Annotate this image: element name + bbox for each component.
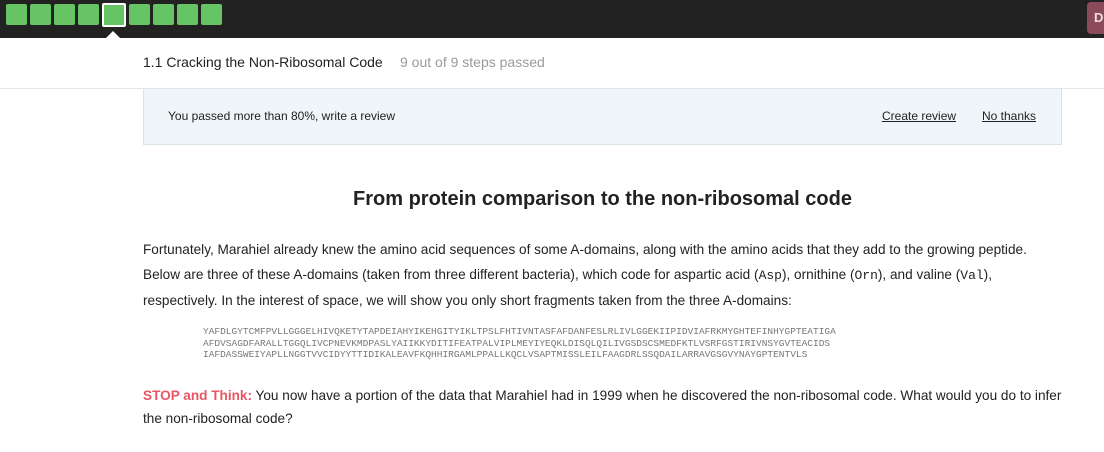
intro-paragraph: Fortunately, Marahiel already knew the a…	[143, 237, 1043, 313]
sequence-asp: YAFDLGYTCMFPVLLGGGELHIVQKETYTAPDEIAHYIKE…	[203, 326, 836, 337]
stop-and-think-label: STOP and Think:	[143, 388, 253, 403]
paragraph-text-2: ), ornithine (	[781, 267, 855, 282]
step-1-button[interactable]	[6, 4, 27, 25]
sequence-val: IAFDASSWEIYAPLLNGGTVVCIDYYTTIDIKALEAVFKQ…	[203, 349, 808, 360]
step-3-button[interactable]	[54, 4, 75, 25]
step-6-button[interactable]	[129, 4, 150, 25]
review-message: You passed more than 80%, write a review	[168, 109, 396, 123]
a-domain-sequences: YAFDLGYTCMFPVLLGGGELHIVQKETYTAPDEIAHYIKE…	[203, 326, 836, 361]
paragraph-text-3: ), and valine (	[877, 267, 961, 282]
code-orn: Orn	[854, 268, 878, 283]
top-navigation-bar: D	[0, 0, 1104, 38]
step-7-button[interactable]	[153, 4, 174, 25]
step-progress-list	[6, 3, 222, 27]
review-banner: You passed more than 80%, write a review…	[143, 89, 1062, 145]
stop-and-think-text: You now have a portion of the data that …	[143, 388, 1062, 426]
current-step-caret-icon	[106, 31, 120, 38]
step-4-button[interactable]	[78, 4, 99, 25]
create-review-link[interactable]: Create review	[882, 109, 956, 123]
lesson-progress-text: 9 out of 9 steps passed	[400, 54, 545, 70]
step-9-button[interactable]	[201, 4, 222, 25]
stop-and-think-paragraph: STOP and Think: You now have a portion o…	[143, 384, 1063, 430]
code-val: Val	[960, 268, 984, 283]
code-asp: Asp	[758, 268, 782, 283]
user-avatar[interactable]: D	[1087, 2, 1104, 34]
lesson-title: 1.1 Cracking the Non-Ribosomal Code	[143, 54, 383, 70]
step-8-button[interactable]	[177, 4, 198, 25]
lesson-header: 1.1 Cracking the Non-Ribosomal Code 9 ou…	[0, 38, 1104, 89]
sequence-orn: AFDVSAGDFARALLTGGQLIVCPNEVKMDPASLYAIIKKY…	[203, 337, 831, 349]
step-2-button[interactable]	[30, 4, 51, 25]
section-heading: From protein comparison to the non-ribos…	[353, 188, 852, 210]
no-thanks-link[interactable]: No thanks	[982, 109, 1036, 123]
step-5-button-current[interactable]	[102, 3, 126, 27]
